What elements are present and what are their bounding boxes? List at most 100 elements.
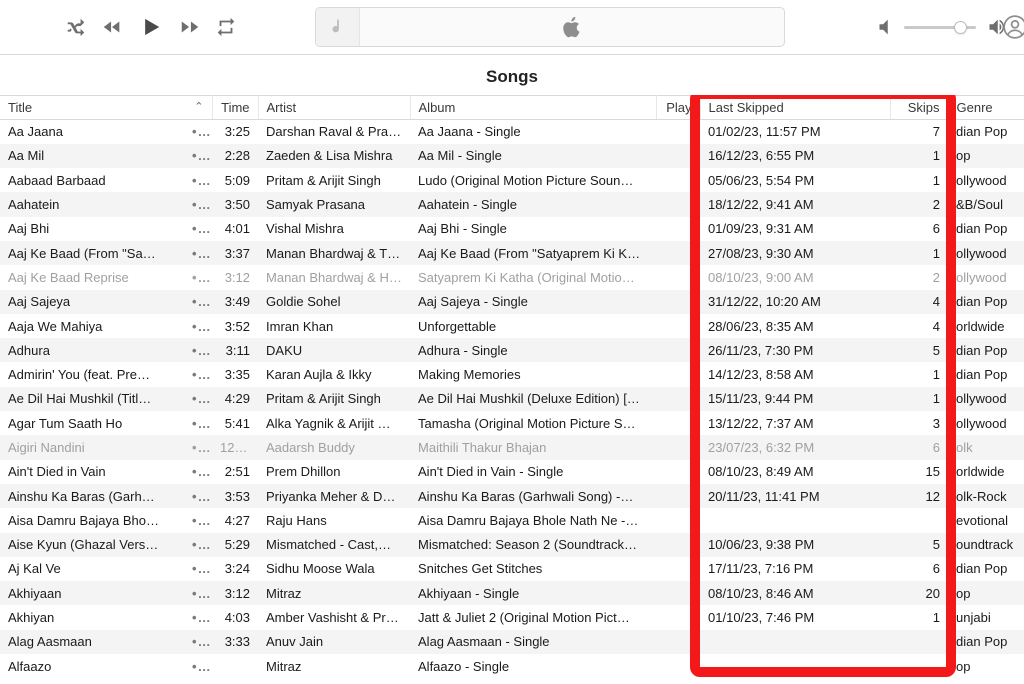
cell-artist: Amber Vashisht & Pr… <box>258 605 410 629</box>
more-button[interactable]: ••• <box>184 120 212 144</box>
cell-title: Akhiyaan <box>0 581 184 605</box>
cell-plays <box>656 435 700 459</box>
cell-skips: 3 <box>890 411 948 435</box>
cell-artist: Anuv Jain <box>258 630 410 654</box>
col-artist[interactable]: Artist <box>258 96 410 120</box>
more-button[interactable]: ••• <box>184 460 212 484</box>
table-row[interactable]: Aa Jaana•••3:25Darshan Raval & Pra…Aa Ja… <box>0 120 1024 144</box>
more-button[interactable]: ••• <box>184 605 212 629</box>
more-button[interactable]: ••• <box>184 654 212 678</box>
cell-time: 3:49 <box>212 290 258 314</box>
table-row[interactable]: Akhiyan•••4:03Amber Vashisht & Pr…Jatt &… <box>0 605 1024 629</box>
table-row[interactable]: Ain't Died in Vain•••2:51Prem DhillonAin… <box>0 460 1024 484</box>
table-row[interactable]: Aisa Damru Bajaya Bho…•••4:27Raju HansAi… <box>0 508 1024 532</box>
col-genre[interactable]: Genre <box>948 96 1024 120</box>
cell-genre: ollywood <box>948 241 1024 265</box>
cell-plays <box>656 265 700 289</box>
table-row[interactable]: Aaj Ke Baad Reprise•••3:12Manan Bhardwaj… <box>0 265 1024 289</box>
col-plays[interactable]: Play <box>656 96 700 120</box>
table-row[interactable]: Alfaazo•••MitrazAlfaazo - Singleop <box>0 654 1024 678</box>
more-button[interactable]: ••• <box>184 435 212 459</box>
more-button[interactable]: ••• <box>184 192 212 216</box>
col-last-skipped[interactable]: Last Skipped <box>700 96 890 120</box>
table-row[interactable]: Ainshu Ka Baras (Garh…•••3:53Priyanka Me… <box>0 484 1024 508</box>
account-icon[interactable] <box>1002 14 1024 40</box>
more-button[interactable]: ••• <box>184 484 212 508</box>
cell-title: Aaj Ke Baad (From "Sa… <box>0 241 184 265</box>
table-row[interactable]: Aahatein•••3:50Samyak PrasanaAahatein - … <box>0 192 1024 216</box>
table-row[interactable]: Aj Kal Ve•••3:24Sidhu Moose WalaSnitches… <box>0 557 1024 581</box>
more-button[interactable]: ••• <box>184 290 212 314</box>
table-row[interactable]: Agar Tum Saath Ho•••5:41Alka Yagnik & Ar… <box>0 411 1024 435</box>
more-button[interactable]: ••• <box>184 533 212 557</box>
cell-album: Ain't Died in Vain - Single <box>410 460 656 484</box>
col-time[interactable]: Time <box>212 96 258 120</box>
table-row[interactable]: Admirin' You (feat. Pre…•••3:35Karan Auj… <box>0 362 1024 386</box>
more-button[interactable]: ••• <box>184 362 212 386</box>
shuffle-button[interactable] <box>65 16 87 38</box>
more-button[interactable]: ••• <box>184 265 212 289</box>
col-skips[interactable]: Skips <box>890 96 948 120</box>
cell-skips: 2 <box>890 192 948 216</box>
table-row[interactable]: Aabaad Barbaad•••5:09Pritam & Arijit Sin… <box>0 168 1024 192</box>
cell-genre: olk-Rock <box>948 484 1024 508</box>
more-button[interactable]: ••• <box>184 168 212 192</box>
cell-album: Ainshu Ka Baras (Garhwali Song) -… <box>410 484 656 508</box>
more-button[interactable]: ••• <box>184 557 212 581</box>
more-button[interactable]: ••• <box>184 338 212 362</box>
cell-skips: 6 <box>890 217 948 241</box>
repeat-button[interactable] <box>215 16 237 38</box>
cell-time: 4:29 <box>212 387 258 411</box>
more-button[interactable]: ••• <box>184 508 212 532</box>
cell-skips: 20 <box>890 581 948 605</box>
col-album[interactable]: Album <box>410 96 656 120</box>
table-row[interactable]: Aaj Bhi•••4:01Vishal MishraAaj Bhi - Sin… <box>0 217 1024 241</box>
cell-time: 3:52 <box>212 314 258 338</box>
cell-plays <box>656 630 700 654</box>
table-row[interactable]: Aaja We Mahiya•••3:52Imran KhanUnforgett… <box>0 314 1024 338</box>
table-row[interactable]: Adhura•••3:11DAKUAdhura - Single26/11/23… <box>0 338 1024 362</box>
volume-knob[interactable] <box>954 21 967 34</box>
table-row[interactable]: Aise Kyun (Ghazal Vers…•••5:29Mismatched… <box>0 533 1024 557</box>
next-button[interactable] <box>179 16 201 38</box>
cell-genre: unjabi <box>948 605 1024 629</box>
cell-genre: ollywood <box>948 387 1024 411</box>
col-title[interactable]: Title⌃ <box>0 96 212 120</box>
previous-button[interactable] <box>101 16 123 38</box>
more-button[interactable]: ••• <box>184 241 212 265</box>
more-button[interactable]: ••• <box>184 411 212 435</box>
cell-artist: Sidhu Moose Wala <box>258 557 410 581</box>
cell-plays <box>656 192 700 216</box>
cell-genre: evotional <box>948 508 1024 532</box>
table-row[interactable]: Alag Aasmaan•••3:33Anuv JainAlag Aasmaan… <box>0 630 1024 654</box>
cell-artist: Alka Yagnik & Arijit … <box>258 411 410 435</box>
table-row[interactable]: Akhiyaan•••3:12MitrazAkhiyaan - Single08… <box>0 581 1024 605</box>
cell-last-skipped: 16/12/23, 6:55 PM <box>700 144 890 168</box>
more-button[interactable]: ••• <box>184 314 212 338</box>
cell-title: Aaj Bhi <box>0 217 184 241</box>
table-row[interactable]: Aa Mil•••2:28Zaeden & Lisa MishraAa Mil … <box>0 144 1024 168</box>
table-row[interactable]: Ae Dil Hai Mushkil (Titl…•••4:29Pritam &… <box>0 387 1024 411</box>
cell-album: Ludo (Original Motion Picture Soun… <box>410 168 656 192</box>
table-row[interactable]: Aaj Sajeya•••3:49Goldie SohelAaj Sajeya … <box>0 290 1024 314</box>
cell-time: 5:41 <box>212 411 258 435</box>
play-button[interactable] <box>137 13 165 41</box>
volume-slider[interactable] <box>904 26 976 29</box>
more-button[interactable]: ••• <box>184 630 212 654</box>
cell-skips: 4 <box>890 314 948 338</box>
cell-title: Aabaad Barbaad <box>0 168 184 192</box>
library-button[interactable] <box>316 8 360 46</box>
cell-last-skipped: 26/11/23, 7:30 PM <box>700 338 890 362</box>
table-row[interactable]: Aaj Ke Baad (From "Sa…•••3:37Manan Bhard… <box>0 241 1024 265</box>
cell-skips: 6 <box>890 557 948 581</box>
more-button[interactable]: ••• <box>184 144 212 168</box>
cell-time: 4:27 <box>212 508 258 532</box>
more-button[interactable]: ••• <box>184 387 212 411</box>
more-button[interactable]: ••• <box>184 217 212 241</box>
cell-genre: ollywood <box>948 265 1024 289</box>
cell-skips: 1 <box>890 387 948 411</box>
table-row[interactable]: Aigiri Nandini•••12:…Aadarsh BuddyMaithi… <box>0 435 1024 459</box>
cell-album: Adhura - Single <box>410 338 656 362</box>
cell-plays <box>656 217 700 241</box>
more-button[interactable]: ••• <box>184 581 212 605</box>
